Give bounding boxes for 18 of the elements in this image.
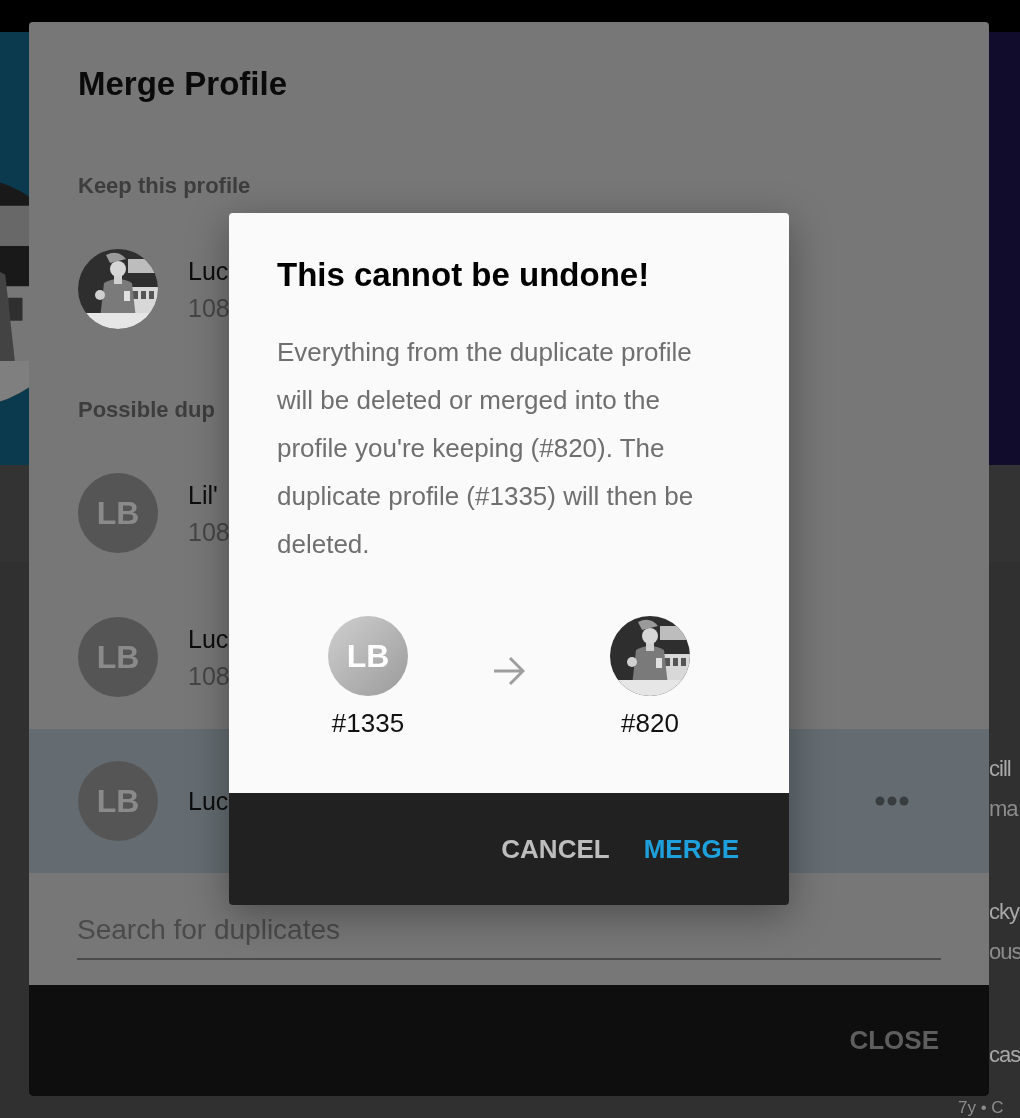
profile-name: Luc — [188, 786, 229, 817]
avatar: LB — [328, 616, 408, 696]
profile-name: Lil' — [188, 480, 218, 511]
profile-name: Luc — [188, 624, 229, 655]
profile-name: Luc — [188, 256, 229, 287]
section-heading: Possible dup — [78, 396, 215, 424]
dialog-title: This cannot be undone! — [277, 255, 651, 295]
warning-message: Everything from the duplicate profile will be deleted or merged into the profile you're keeping (#820). The duplicate profile (#1335) will then be deleted. — [277, 336, 695, 561]
contact-name: cill — [989, 755, 1011, 783]
contact-detail: 7y • C — [958, 1099, 1004, 1117]
profile-number: #1335 — [331, 708, 405, 738]
contact-detail: ous — [989, 940, 1020, 964]
dialog-title: Merge Profile — [78, 64, 289, 104]
contact-detail: ma — [989, 797, 1018, 821]
contact-name: cas — [989, 1041, 1020, 1069]
section-heading: Keep this profile — [78, 172, 251, 200]
contact-name: cky — [989, 898, 1019, 926]
profile-number: #820 — [621, 708, 679, 738]
